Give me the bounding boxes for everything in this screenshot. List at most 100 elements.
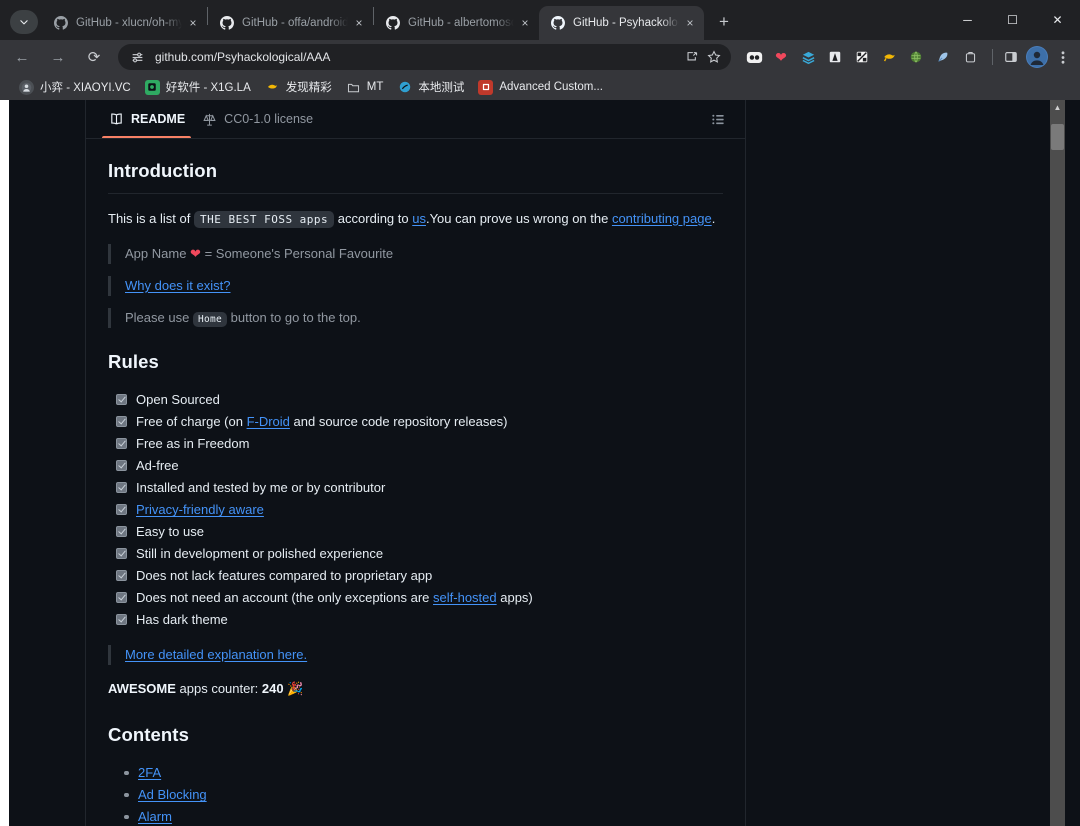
link-more-detailed-explanation[interactable]: More detailed explanation here. xyxy=(125,647,307,662)
task-checkbox[interactable] xyxy=(116,592,127,604)
rule-label: Open Sourced xyxy=(136,392,220,408)
rule-item: Installed and tested by me or by contrib… xyxy=(116,477,723,499)
bookmark-item[interactable]: 小弈 - XIAOYI.VC xyxy=(12,77,138,97)
reload-button[interactable]: ⟳ xyxy=(80,43,108,71)
raindrop-extension-icon[interactable] xyxy=(741,44,767,70)
globe-extension-icon[interactable] xyxy=(903,44,929,70)
close-icon[interactable]: × xyxy=(682,15,698,31)
rule-label: Still in development or polished experie… xyxy=(136,546,384,562)
bird-extension-icon[interactable] xyxy=(876,44,902,70)
share-screen-icon[interactable] xyxy=(681,46,703,68)
task-checkbox[interactable] xyxy=(116,416,127,428)
bookmarks-bar: 小弈 - XIAOYI.VC 好软件 - X1G.LA 发现精彩 MT 本地测试 xyxy=(0,74,1080,100)
quote-home-suffix: button to go to the top. xyxy=(227,310,361,326)
task-checkbox[interactable] xyxy=(116,570,127,582)
kebab-menu-icon[interactable] xyxy=(1050,44,1076,70)
close-icon[interactable]: × xyxy=(185,15,201,31)
link-f-droid[interactable]: F-Droid xyxy=(247,414,290,429)
scrollbar-thumb[interactable] xyxy=(1051,124,1064,150)
maximize-button[interactable]: ☐ xyxy=(990,4,1035,36)
minimize-button[interactable]: ─ xyxy=(945,4,990,36)
task-checkbox[interactable] xyxy=(116,548,127,560)
link-self-hosted[interactable]: self-hosted xyxy=(433,590,497,605)
bookmark-item[interactable]: Advanced Custom... xyxy=(471,77,610,97)
bookmark-item[interactable]: 好软件 - X1G.LA xyxy=(138,77,258,97)
list-item: Alarm xyxy=(124,806,723,826)
heart-extension-icon[interactable]: ❤ xyxy=(768,44,794,70)
github-icon xyxy=(385,15,401,31)
task-checkbox[interactable] xyxy=(116,460,127,472)
new-tab-button[interactable]: + xyxy=(710,8,738,36)
back-button[interactable]: ← xyxy=(8,43,36,71)
tab-readme[interactable]: README xyxy=(100,100,193,138)
link-contributing-page[interactable]: contributing page xyxy=(612,211,712,226)
browser-tab-active[interactable]: GitHub - Psyhackological/AA × xyxy=(539,6,704,40)
rule-item: Easy to use xyxy=(116,521,723,543)
task-checkbox[interactable] xyxy=(116,482,127,494)
green-app-icon xyxy=(144,79,160,95)
link-us[interactable]: us xyxy=(412,211,426,226)
bookmark-item[interactable]: MT xyxy=(339,77,391,97)
link-why-does-it-exist[interactable]: Why does it exist? xyxy=(125,278,231,293)
contents-link[interactable]: Ad Blocking xyxy=(138,787,207,802)
feather-extension-icon[interactable] xyxy=(930,44,956,70)
scroll-up-arrow-icon[interactable]: ▲ xyxy=(1050,100,1065,114)
browser-tab[interactable]: GitHub - albertomosconi/fos × xyxy=(374,6,539,40)
task-checkbox[interactable] xyxy=(116,394,127,406)
checker-extension-icon[interactable] xyxy=(849,44,875,70)
tab-title: GitHub - albertomosconi/fos xyxy=(408,17,515,29)
github-icon xyxy=(550,15,566,31)
rule-item: Still in development or polished experie… xyxy=(116,543,723,565)
rule-item: Has dark theme xyxy=(116,609,723,631)
star-icon[interactable] xyxy=(703,46,725,68)
layers-extension-icon[interactable] xyxy=(795,44,821,70)
heading-introduction: Introduction xyxy=(108,157,723,194)
dark-reader-extension-icon[interactable] xyxy=(822,44,848,70)
contents-link[interactable]: Alarm xyxy=(138,809,172,824)
rule-label: Ad-free xyxy=(136,458,179,474)
task-checkbox[interactable] xyxy=(116,438,127,450)
close-icon[interactable]: × xyxy=(517,15,533,31)
task-checkbox[interactable] xyxy=(116,614,127,626)
rule-item: Free of charge (on F-Droid and source co… xyxy=(116,411,723,433)
contents-link[interactable]: 2FA xyxy=(138,765,161,780)
rule-item: Open Sourced xyxy=(116,389,723,411)
bookmark-label: 好软件 - X1G.LA xyxy=(165,82,251,94)
tab-search-chevron-down-icon[interactable] xyxy=(10,10,38,34)
task-checkbox[interactable] xyxy=(116,526,127,538)
page-viewport: README CC0-1.0 license Introduction This… xyxy=(0,100,1080,826)
bookmark-item[interactable]: 本地测试 xyxy=(390,77,471,97)
link-privacy-friendly-aware[interactable]: Privacy-friendly aware xyxy=(136,499,264,520)
task-checkbox[interactable] xyxy=(116,504,127,516)
tab-license[interactable]: CC0-1.0 license xyxy=(193,100,321,138)
rules-list: Open Sourced Free of charge (on F-Droid … xyxy=(116,389,723,631)
close-window-button[interactable]: ✕ xyxy=(1035,4,1080,36)
close-icon[interactable]: × xyxy=(351,15,367,31)
yellow-bird-icon xyxy=(265,80,280,95)
page-settings-icon[interactable] xyxy=(129,49,145,65)
home-key-badge: Home xyxy=(192,312,228,328)
tab-title: GitHub - xlucn/oh-my-foss-a xyxy=(76,17,183,29)
rule-label: Installed and tested by me or by contrib… xyxy=(136,480,386,496)
forward-button[interactable]: → xyxy=(44,43,72,71)
rule-item: Ad-free xyxy=(116,455,723,477)
browser-toolbar: ← → ⟳ github.com/Psyhackological/AAA ❤ xyxy=(0,40,1080,74)
tab-title: GitHub - offa/android-foss: A xyxy=(242,17,349,29)
rule-label: Has dark theme xyxy=(136,612,228,628)
bookmark-label: 本地测试 xyxy=(418,82,465,94)
list-unordered-icon[interactable] xyxy=(705,106,731,132)
avatar[interactable] xyxy=(1026,46,1048,68)
heading-rules: Rules xyxy=(108,351,159,373)
browser-tab[interactable]: GitHub - offa/android-foss: A × xyxy=(208,6,373,40)
page-scrollbar[interactable]: ▲ xyxy=(1050,100,1065,826)
quote-home-button: Please use Home button to go to the top. xyxy=(108,308,723,329)
browser-tab[interactable]: GitHub - xlucn/oh-my-foss-a × xyxy=(42,6,207,40)
rule-suffix: apps) xyxy=(496,590,533,606)
side-panel-icon[interactable] xyxy=(998,44,1024,70)
bookmark-item[interactable]: 发现精彩 xyxy=(258,77,339,97)
counter-rest-label: apps counter: xyxy=(175,681,262,697)
address-bar[interactable]: github.com/Psyhackological/AAA xyxy=(118,44,731,70)
list-item: 2FA xyxy=(124,762,723,784)
readme-content: Introduction This is a list of THE BEST … xyxy=(86,139,745,826)
clipboard-extension-icon[interactable] xyxy=(957,44,983,70)
